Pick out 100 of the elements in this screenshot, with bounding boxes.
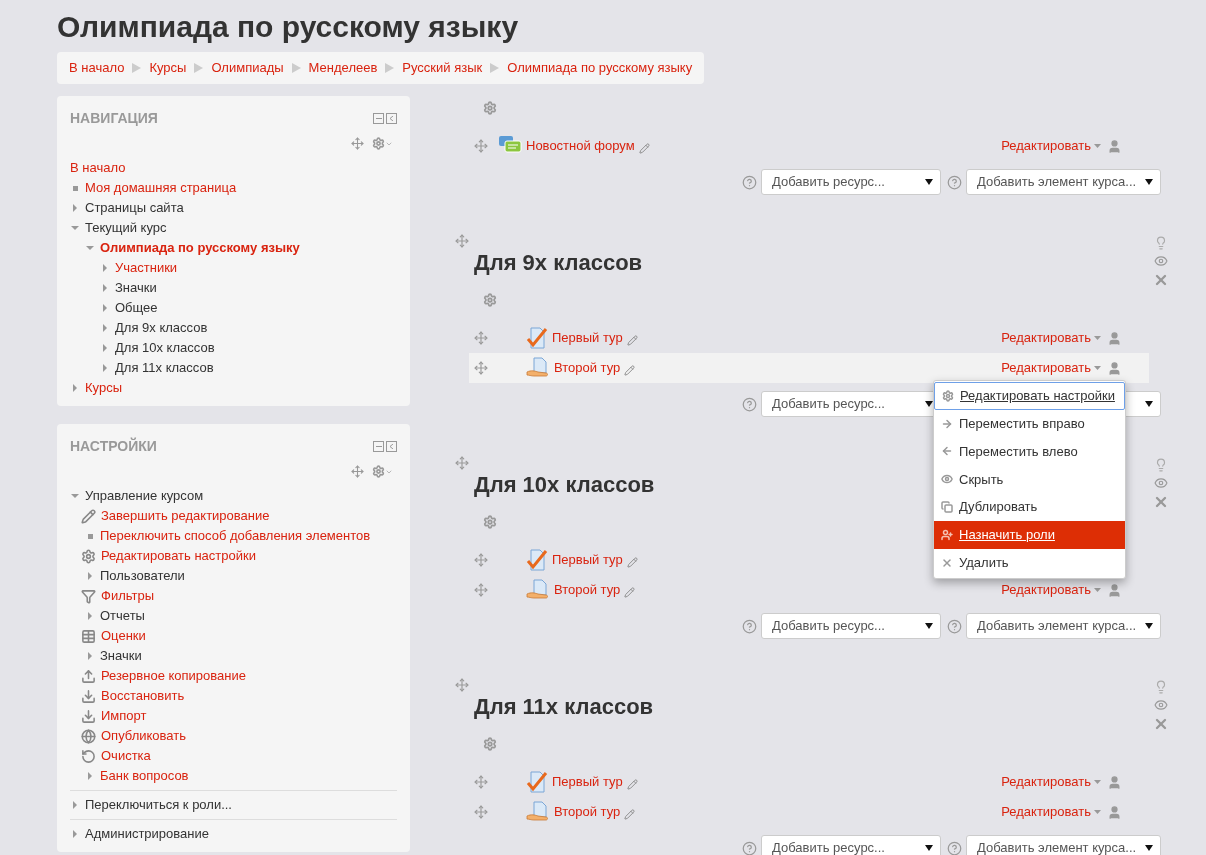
tree-item[interactable]: Значки (100, 646, 142, 666)
edit-menu-link[interactable]: Редактировать (1001, 580, 1101, 600)
move-icon[interactable] (474, 805, 488, 819)
expand-triangle-icon[interactable] (100, 303, 110, 313)
activity-link[interactable]: Первый тур (552, 772, 623, 792)
tree-item[interactable]: Текущий курс (85, 218, 167, 238)
tree-item[interactable]: Страницы сайта (85, 198, 184, 218)
user-icon[interactable] (1107, 330, 1122, 346)
breadcrumb-link[interactable]: Менделеев (308, 58, 378, 78)
tree-link[interactable]: Олимпиада по русскому языку (100, 238, 300, 258)
gear-icon[interactable] (483, 737, 497, 751)
pencil-icon[interactable] (626, 334, 638, 346)
activity-link[interactable]: Новостной форум (526, 136, 635, 156)
move-icon[interactable] (455, 456, 469, 470)
help-icon[interactable] (947, 174, 962, 190)
tree-link[interactable]: Участники (115, 258, 178, 278)
tree-item[interactable]: Значки (115, 278, 157, 298)
delete-icon[interactable] (1153, 494, 1169, 510)
tree-item[interactable]: Управление курсом (85, 486, 204, 506)
minimize-icon[interactable] (373, 441, 384, 452)
menu-item[interactable]: Удалить (934, 548, 1125, 577)
move-icon[interactable] (474, 583, 488, 597)
edit-menu-link[interactable]: Редактировать (1001, 772, 1101, 792)
pencil-icon[interactable] (626, 778, 638, 790)
help-icon[interactable] (947, 840, 962, 855)
tree-link[interactable]: Редактировать настройки (101, 546, 256, 566)
gear-menu-icon[interactable] (372, 465, 393, 478)
expand-triangle-icon[interactable] (70, 829, 80, 839)
edit-menu-link[interactable]: Редактировать (1001, 802, 1101, 822)
tree-link[interactable]: Фильтры (101, 586, 154, 606)
tree-item[interactable]: Для 10х классов (115, 338, 215, 358)
tree-item[interactable]: Переключиться к роли... (85, 795, 232, 815)
expand-triangle-icon[interactable] (70, 800, 80, 810)
gear-icon[interactable] (483, 515, 497, 529)
delete-icon[interactable] (1153, 716, 1169, 732)
menu-item[interactable]: Переместить влево (934, 437, 1125, 466)
collapse-triangle-icon[interactable] (70, 491, 80, 501)
activity-link[interactable]: Второй тур (554, 802, 621, 822)
menu-item[interactable]: Редактировать настройки (934, 382, 1125, 410)
activity-link[interactable]: Первый тур (552, 550, 623, 570)
activity-link[interactable]: Первый тур (552, 328, 623, 348)
expand-triangle-icon[interactable] (100, 263, 110, 273)
tree-link[interactable]: Курсы (85, 378, 122, 398)
tree-link[interactable]: В начало (70, 158, 126, 178)
breadcrumb-link[interactable]: Курсы (149, 58, 187, 78)
pencil-icon[interactable] (624, 364, 636, 376)
lightbulb-icon[interactable] (1154, 458, 1168, 472)
user-icon[interactable] (1107, 582, 1122, 598)
expand-triangle-icon[interactable] (70, 203, 80, 213)
pencil-icon[interactable] (624, 586, 636, 598)
help-icon[interactable] (742, 618, 757, 634)
help-icon[interactable] (742, 396, 757, 412)
breadcrumb-link[interactable]: Русский язык (402, 58, 483, 78)
dropdown-select[interactable]: Добавить ресурс... (761, 613, 941, 639)
expand-triangle-icon[interactable] (85, 571, 95, 581)
move-icon[interactable] (474, 553, 488, 567)
expand-triangle-icon[interactable] (85, 651, 95, 661)
help-icon[interactable] (742, 840, 757, 855)
tree-link[interactable]: Завершить редактирование (101, 506, 270, 526)
edit-menu-link[interactable]: Редактировать (1001, 328, 1101, 348)
dropdown-select[interactable]: Добавить элемент курса... (966, 169, 1161, 195)
minimize-icon[interactable] (373, 113, 384, 124)
help-icon[interactable] (947, 618, 962, 634)
activity-link[interactable]: Второй тур (554, 358, 621, 378)
edit-menu-link[interactable]: Редактировать (1001, 358, 1101, 378)
breadcrumb-link[interactable]: Олимпиады (211, 58, 284, 78)
delete-icon[interactable] (1153, 272, 1169, 288)
user-icon[interactable] (1107, 360, 1122, 376)
tree-link[interactable]: Резервное копирование (101, 666, 246, 686)
tree-item[interactable]: Администрирование (85, 824, 209, 844)
move-icon[interactable] (455, 678, 469, 692)
gear-icon[interactable] (483, 101, 497, 115)
tree-item[interactable]: Общее (115, 298, 158, 318)
tree-link[interactable]: Оценки (101, 626, 146, 646)
menu-item[interactable]: Скрыть (934, 465, 1125, 494)
move-icon[interactable] (474, 775, 488, 789)
breadcrumb-link[interactable]: Олимпиада по русскому языку (507, 58, 693, 78)
collapse-triangle-icon[interactable] (70, 223, 80, 233)
tree-link[interactable]: Импорт (101, 706, 147, 726)
expand-triangle-icon[interactable] (70, 383, 80, 393)
collapse-triangle-icon[interactable] (85, 243, 95, 253)
expand-triangle-icon[interactable] (100, 323, 110, 333)
pencil-icon[interactable] (638, 142, 650, 154)
menu-item[interactable]: Дублировать (934, 493, 1125, 521)
activity-link[interactable]: Второй тур (554, 580, 621, 600)
menu-item[interactable]: Назначить роли (934, 521, 1125, 549)
help-icon[interactable] (742, 174, 757, 190)
dock-icon[interactable] (386, 441, 397, 452)
dock-icon[interactable] (386, 113, 397, 124)
user-icon[interactable] (1107, 774, 1122, 790)
breadcrumb-link[interactable]: В начало (69, 58, 125, 78)
expand-triangle-icon[interactable] (100, 343, 110, 353)
move-icon[interactable] (474, 139, 488, 153)
user-icon[interactable] (1107, 138, 1122, 154)
dropdown-select[interactable]: Добавить элемент курса... (966, 613, 1161, 639)
move-icon[interactable] (351, 465, 364, 478)
tree-link[interactable]: Моя домашняя страница (85, 178, 237, 198)
move-icon[interactable] (474, 361, 488, 375)
edit-menu-link[interactable]: Редактировать (1001, 136, 1101, 156)
expand-triangle-icon[interactable] (100, 283, 110, 293)
